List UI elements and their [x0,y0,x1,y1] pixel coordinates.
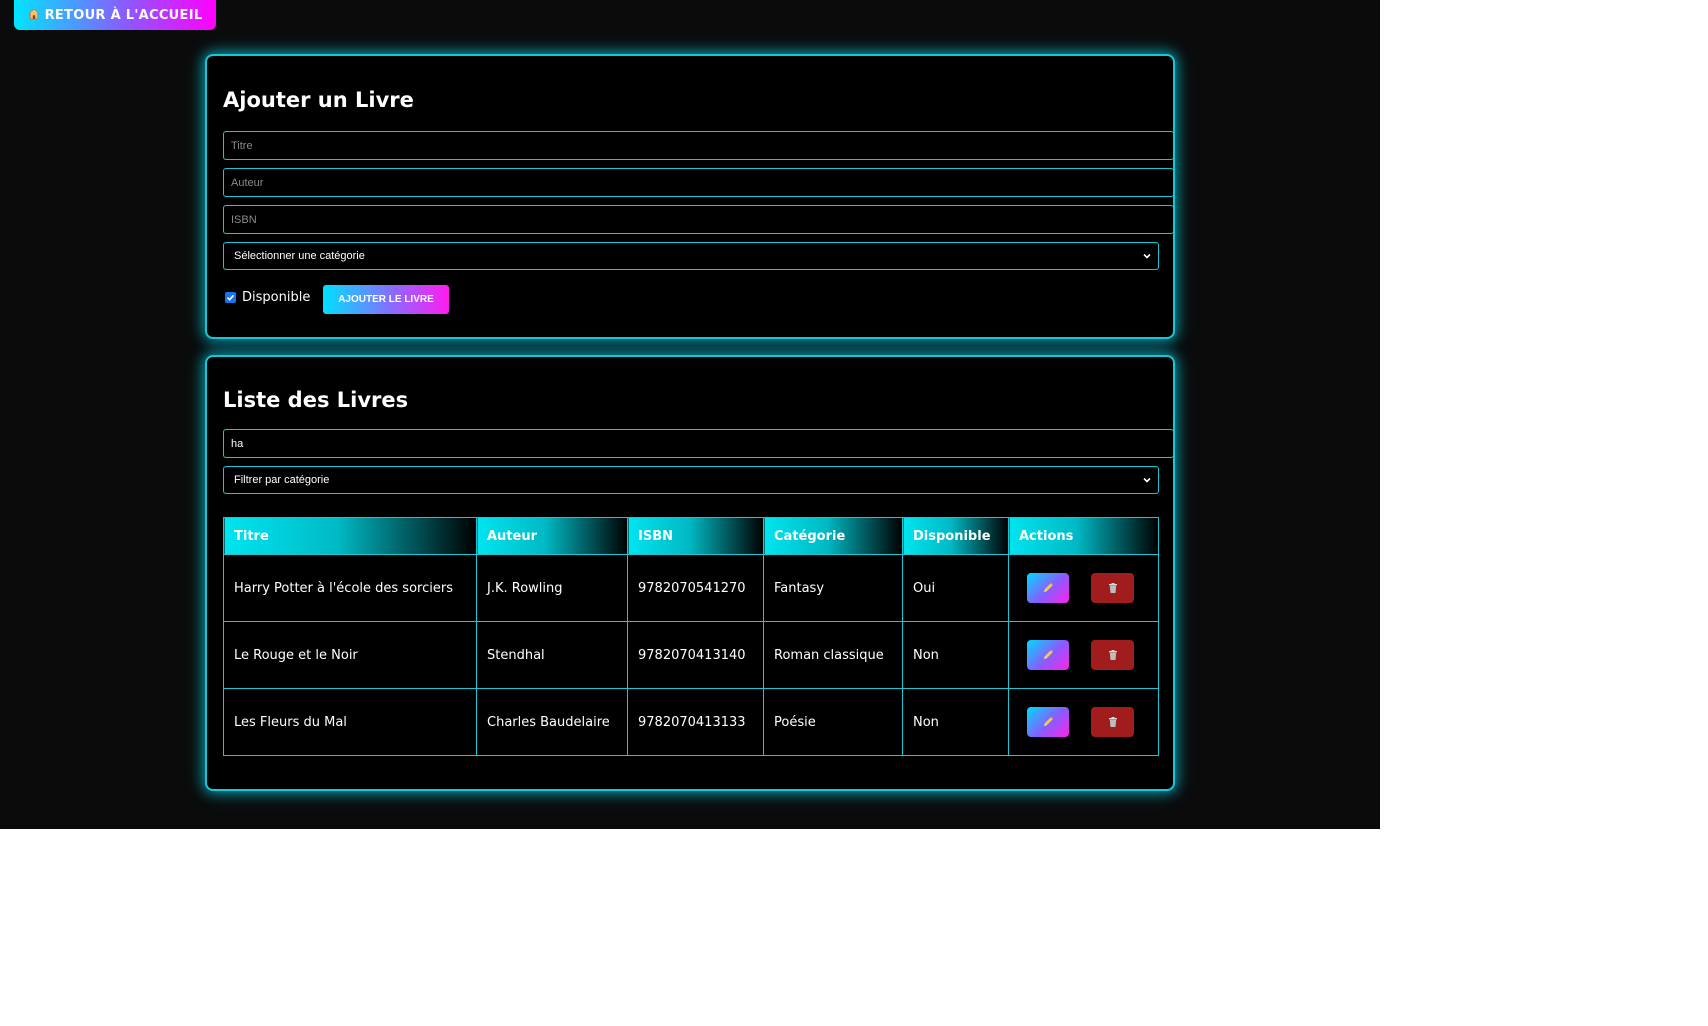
column-header-author[interactable]: Auteur [476,517,628,555]
edit-button[interactable] [1027,640,1069,670]
pencil-icon [1044,716,1054,726]
cell-actions [1008,688,1159,756]
add-book-panel: Ajouter un Livre Sélectionner une catégo… [205,54,1175,339]
home-button-label: RETOUR À L'ACCUEIL [44,7,203,23]
table-row: Le Rouge et le Noir Stendhal 97820704131… [223,621,1159,689]
available-checkbox[interactable] [225,291,236,303]
add-book-title: Ajouter un Livre [223,88,414,112]
trash-icon [1108,650,1117,660]
home-button[interactable]: RETOUR À L'ACCUEIL [14,0,216,30]
cell-isbn: 9782070413140 [627,621,764,689]
pencil-icon [1044,649,1054,659]
isbn-input[interactable] [223,205,1174,234]
cell-author: Stendhal [476,621,628,689]
pencil-icon [1044,582,1054,592]
category-select-value: Sélectionner une catégorie [234,250,365,262]
title-input[interactable] [223,131,1174,160]
available-label: Disponible [242,289,311,305]
column-header-title[interactable]: Titre [223,517,477,555]
column-header-category[interactable]: Catégorie [763,517,903,555]
cell-author: Charles Baudelaire [476,688,628,756]
trash-icon [1108,583,1117,593]
book-list-title: Liste des Livres [223,388,409,412]
table-header-row: Titre Auteur ISBN Catégorie Disponible A… [223,517,1159,555]
column-header-available[interactable]: Disponible [902,517,1009,555]
chevron-down-icon [1143,253,1151,259]
trash-icon [1108,717,1117,727]
chevron-down-icon [1143,477,1151,483]
check-icon [226,294,235,301]
cell-title: Les Fleurs du Mal [223,688,477,756]
cell-isbn: 9782070413133 [627,688,764,756]
table-row: Les Fleurs du Mal Charles Baudelaire 978… [223,688,1159,756]
cell-actions [1008,621,1159,689]
cell-category: Poésie [763,688,903,756]
category-select[interactable]: Sélectionner une catégorie [223,242,1159,270]
column-header-isbn[interactable]: ISBN [627,517,764,555]
author-input[interactable] [223,168,1174,197]
available-checkbox-row: Disponible [225,288,310,306]
cell-available: Non [902,621,1009,689]
edit-button[interactable] [1027,707,1069,737]
category-filter-value: Filtrer par catégorie [234,474,330,486]
cell-title: Le Rouge et le Noir [223,621,477,689]
column-header-actions: Actions [1008,517,1159,555]
search-input[interactable] [223,429,1174,458]
books-table: Titre Auteur ISBN Catégorie Disponible A… [223,517,1159,756]
category-filter-select[interactable]: Filtrer par catégorie [223,466,1159,494]
cell-title: Harry Potter à l'école des sorciers [223,554,477,622]
cell-available: Oui [902,554,1009,622]
cell-category: Roman classique [763,621,903,689]
cell-isbn: 9782070541270 [627,554,764,622]
edit-button[interactable] [1027,573,1069,603]
delete-button[interactable] [1091,707,1135,737]
table-row: Harry Potter à l'école des sorciers J.K.… [223,554,1159,622]
delete-button[interactable] [1091,640,1135,670]
cell-author: J.K. Rowling [476,554,628,622]
app-background: RETOUR À L'ACCUEIL Ajouter un Livre Séle… [0,0,1380,829]
add-book-button[interactable]: AJOUTER LE LIVRE [323,285,449,314]
house-icon [27,8,40,23]
cell-actions [1008,554,1159,622]
cell-available: Non [902,688,1009,756]
cell-category: Fantasy [763,554,903,622]
book-list-panel: Liste des Livres Filtrer par catégorie T… [205,355,1175,791]
delete-button[interactable] [1091,573,1135,603]
